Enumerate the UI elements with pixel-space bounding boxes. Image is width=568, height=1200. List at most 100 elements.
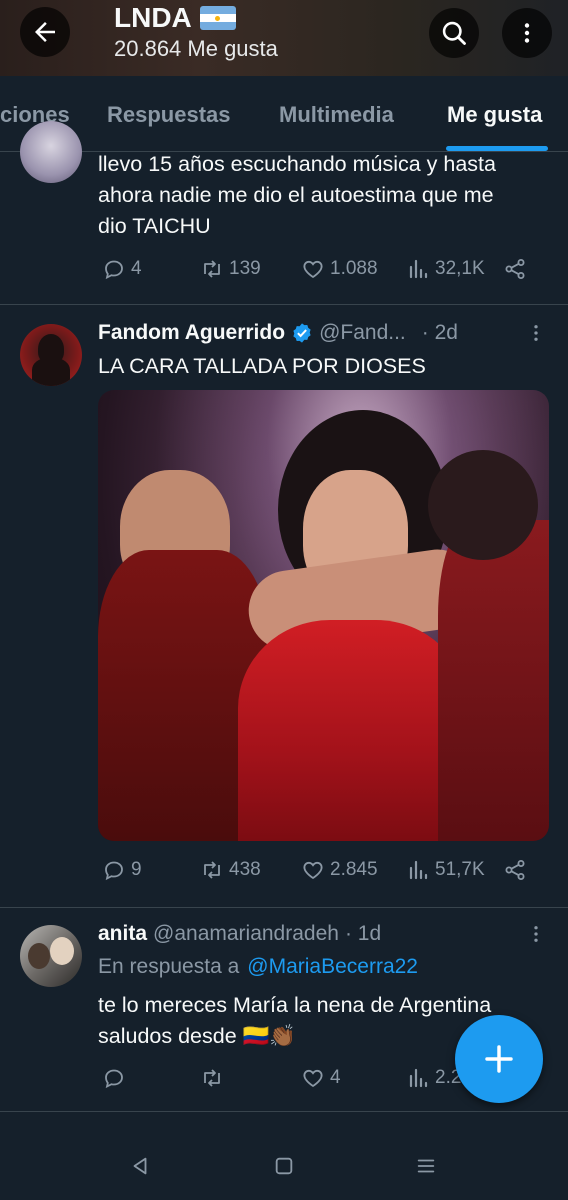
- retweet-icon: [204, 1069, 220, 1087]
- views-button[interactable]: 51,7K: [406, 858, 485, 882]
- avatar[interactable]: [20, 925, 82, 987]
- heart-icon: [303, 1069, 323, 1088]
- retweet-button[interactable]: 139: [200, 257, 261, 281]
- argentina-flag-icon: [199, 6, 236, 30]
- tweet-text: llevo 15 años escuchando música y hasta …: [98, 149, 496, 242]
- bar-chart-icon: [409, 1068, 428, 1088]
- profile-header: LNDA 20.864 Me gusta: [0, 0, 568, 76]
- tweet-card[interactable]: Fandom Aguerrido @Fand... · 2d LA CARA T…: [0, 305, 568, 908]
- tab-me-gusta[interactable]: Me gusta: [447, 102, 542, 128]
- author-handle: @anamariandradeh: [153, 922, 339, 945]
- tweet-more-button[interactable]: [524, 922, 548, 946]
- retweet-icon: [204, 260, 220, 278]
- author-name[interactable]: anita: [98, 922, 147, 946]
- like-count: 2.845: [330, 859, 378, 880]
- header-title-block: LNDA 20.864 Me gusta: [114, 2, 278, 62]
- tweet-image[interactable]: [98, 390, 549, 841]
- reply-icon: [105, 260, 123, 280]
- tweet-text-line: dio TAICHU: [98, 214, 211, 238]
- like-count: 1.088: [330, 258, 378, 279]
- tweet-text: te lo mereces María la nena de Argentina…: [98, 990, 491, 1052]
- tab-respuestas[interactable]: Respuestas: [107, 102, 231, 128]
- avatar-figure: [28, 943, 50, 969]
- retweet-count: 139: [229, 258, 261, 279]
- tweet-time: · 1d: [344, 922, 382, 945]
- tweet-card[interactable]: llevo 15 años escuchando música y hasta …: [0, 121, 568, 305]
- arrow-left-icon: [35, 22, 55, 42]
- reply-count: 9: [131, 859, 142, 880]
- system-navigation-bar: [0, 1112, 568, 1200]
- tweet-text-fragment: saludos desde: [98, 1024, 237, 1048]
- views-count: 51,7K: [435, 859, 485, 880]
- retweet-icon: [204, 861, 220, 879]
- reply-to-link[interactable]: @MariaBecerra22: [247, 955, 418, 979]
- reply-icon: [105, 1069, 123, 1089]
- tweet-text: LA CARA TALLADA POR DIOSES: [98, 354, 426, 378]
- heart-icon: [303, 861, 323, 880]
- share-icon: [505, 259, 525, 279]
- triangle-back-icon: [133, 1157, 147, 1175]
- verified-badge-icon: [293, 323, 311, 343]
- nav-home-button[interactable]: [270, 1152, 298, 1180]
- compose-button[interactable]: [455, 1015, 543, 1103]
- avatar[interactable]: [20, 121, 82, 183]
- emoji: 🇨🇴👏🏾: [242, 1024, 297, 1048]
- back-button[interactable]: [20, 7, 70, 57]
- dancer-right-body: [438, 520, 549, 841]
- author-name[interactable]: Fandom Aguerrido: [98, 321, 285, 345]
- author-handle: @Fand...: [319, 321, 406, 344]
- heart-icon: [303, 260, 323, 279]
- page-title: LNDA: [114, 2, 278, 34]
- nav-back-button[interactable]: [126, 1152, 154, 1180]
- tweet-actions: 4 139 1.088 32,1K: [98, 257, 538, 287]
- reply-button[interactable]: [102, 1066, 126, 1090]
- nav-recents-button[interactable]: [412, 1152, 440, 1180]
- search-button[interactable]: [429, 8, 479, 58]
- tweet-text-line: llevo 15 años escuchando música y hasta: [98, 152, 496, 176]
- share-icon: [505, 860, 525, 880]
- tab-multimedia[interactable]: Multimedia: [279, 102, 394, 128]
- reply-prefix: En respuesta a: [98, 955, 240, 978]
- profile-name: LNDA: [114, 2, 192, 33]
- tweet-header: Fandom Aguerrido @Fand... · 2d: [98, 321, 458, 345]
- views-button[interactable]: 32,1K: [406, 257, 485, 281]
- tweet-text-line: ahora nadie me dio el autoestima que me: [98, 183, 494, 207]
- like-count: 4: [330, 1067, 341, 1088]
- likes-count: 20.864 Me gusta: [114, 36, 278, 61]
- profile-tabs: ciones Respuestas Multimedia Me gusta: [0, 76, 568, 152]
- tweet-more-button[interactable]: [524, 321, 548, 345]
- reply-icon: [105, 861, 123, 881]
- plus-icon: [485, 1045, 513, 1073]
- share-button[interactable]: [503, 257, 527, 281]
- avatar-figure: [50, 937, 74, 965]
- retweet-button[interactable]: [200, 1066, 224, 1090]
- retweet-count: 438: [229, 859, 261, 880]
- reply-button[interactable]: 4: [102, 257, 142, 281]
- bar-chart-icon: [409, 860, 428, 880]
- like-button[interactable]: 2.845: [301, 858, 378, 882]
- like-button[interactable]: 1.088: [301, 257, 378, 281]
- search-icon: [442, 21, 466, 45]
- retweet-button[interactable]: 438: [200, 858, 261, 882]
- tweet-time: · 2d: [421, 321, 458, 344]
- bar-chart-icon: [409, 259, 428, 279]
- reply-context: En respuesta a @MariaBecerra22: [98, 955, 418, 979]
- vertical-dots-icon: [534, 926, 538, 942]
- dancer-right-hair: [428, 450, 538, 560]
- avatar-figure-body: [32, 358, 70, 386]
- vertical-dots-icon: [534, 325, 538, 341]
- tweet-actions: 9 438 2.845 51,7K: [98, 858, 538, 888]
- share-button[interactable]: [503, 858, 527, 882]
- reply-count: 4: [131, 258, 142, 279]
- tweet-header: anita @anamariandradeh · 1d: [98, 922, 381, 946]
- views-button[interactable]: 2.2: [406, 1066, 461, 1090]
- tweet-text-line: te lo mereces María la nena de Argentina: [98, 993, 492, 1017]
- avatar[interactable]: [20, 324, 82, 386]
- tweet-text-line: saludos desde 🇨🇴👏🏾: [98, 1021, 491, 1052]
- square-home-icon: [275, 1157, 293, 1175]
- dancer-center-dress: [238, 620, 468, 841]
- like-button[interactable]: 4: [301, 1066, 341, 1090]
- reply-button[interactable]: 9: [102, 858, 142, 882]
- vertical-dots-icon: [524, 23, 530, 43]
- more-options-button[interactable]: [502, 8, 552, 58]
